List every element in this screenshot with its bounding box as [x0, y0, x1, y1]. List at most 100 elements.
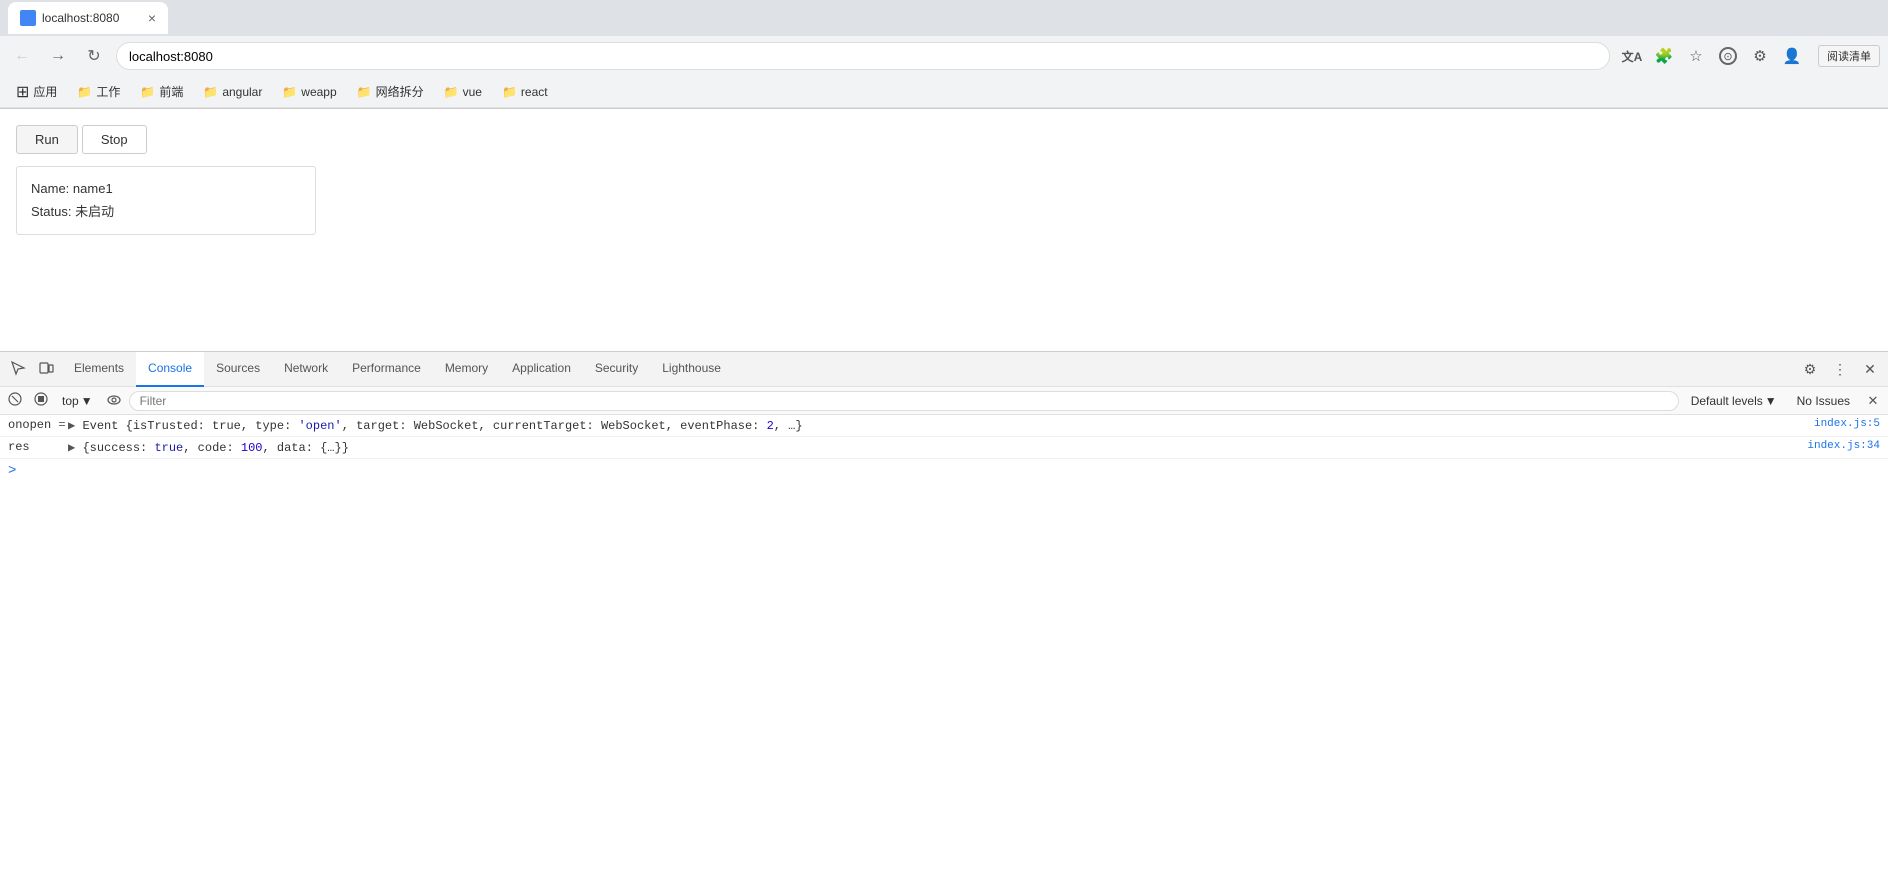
devtools-close-icon: ✕ [1864, 361, 1876, 378]
bookmark-frontend[interactable]: 📁 前端 [132, 81, 191, 102]
profile-button[interactable]: 👤 [1778, 42, 1806, 70]
folder-icon-work: 📁 [77, 85, 92, 99]
devtools-left-icons [4, 355, 60, 383]
profile-circle-button[interactable]: ⊙ [1714, 42, 1742, 70]
devtools-settings-icon: ⚙ [1804, 361, 1817, 378]
reader-list-button[interactable]: 阅读清单 [1818, 45, 1880, 67]
tab-sources[interactable]: Sources [204, 352, 272, 387]
console-line-link-1[interactable]: index.js:5 [1814, 418, 1880, 430]
name-row: Name: name1 [31, 177, 301, 200]
console-line-content-1: ▶ Event {isTrusted: true, type: 'open', … [68, 418, 1814, 433]
issues-filter-icon: ✕ [1868, 393, 1879, 409]
element-picker-icon [10, 360, 26, 379]
preserve-log-button[interactable] [30, 390, 52, 412]
tab-elements[interactable]: Elements [62, 352, 136, 387]
name-value: name1 [73, 181, 113, 196]
event-text-1: Event {isTrusted: true, type: 'open', ta… [82, 419, 802, 433]
clear-console-icon [8, 392, 22, 409]
devtools-more-icon: ⋮ [1833, 361, 1847, 378]
folder-icon-vue: 📁 [444, 85, 459, 99]
tab-lighthouse[interactable]: Lighthouse [650, 352, 733, 387]
element-picker-button[interactable] [4, 355, 32, 383]
tab-memory[interactable]: Memory [433, 352, 500, 387]
console-line-prefix-2: res [8, 440, 68, 454]
console-line-content-2: ▶ {success: true, code: 100, data: {…}} [68, 440, 1807, 455]
toolbar-icons: 文A 🧩 ☆ ⊙ ⚙ 👤 阅读清单 [1618, 42, 1880, 70]
eye-icon [107, 393, 121, 408]
translate-button[interactable]: 文A [1618, 42, 1646, 70]
bookmark-react-label: react [521, 85, 548, 99]
devtools-settings-button[interactable]: ⚙ [1796, 355, 1824, 383]
forward-icon: → [50, 47, 66, 65]
tab-favicon [20, 10, 36, 26]
eye-button[interactable] [103, 390, 125, 412]
tab-network[interactable]: Network [272, 352, 340, 387]
reload-button[interactable]: ↻ [80, 42, 108, 70]
back-icon: ← [14, 47, 30, 65]
page-area: Run Stop Name: name1 Status: 未启动 [0, 109, 1888, 352]
bookmark-frontend-label: 前端 [159, 83, 183, 100]
bookmark-vue[interactable]: 📁 vue [436, 83, 490, 101]
console-prompt: > [8, 463, 16, 479]
console-input[interactable] [22, 464, 1880, 478]
expand-arrow-2[interactable]: ▶ [68, 441, 82, 455]
bookmark-angular[interactable]: 📁 angular [195, 83, 270, 101]
res-key: res [8, 440, 30, 454]
bookmark-weapp[interactable]: 📁 weapp [274, 83, 344, 101]
run-button[interactable]: Run [16, 125, 78, 154]
apps-grid-icon: ⊞ [16, 82, 29, 102]
console-line-onopen: onopen = ▶ Event {isTrusted: true, type:… [0, 415, 1888, 437]
context-label: top [62, 394, 79, 408]
default-levels-button[interactable]: Default levels ▼ [1683, 392, 1785, 410]
devtools-tab-bar: Elements Console Sources Network Perform… [0, 352, 1888, 387]
tab-close-button[interactable]: × [148, 10, 156, 26]
console-output[interactable]: onopen = ▶ Event {isTrusted: true, type:… [0, 415, 1888, 891]
settings-button[interactable]: ⚙ [1746, 42, 1774, 70]
address-bar: ← → ↻ 文A 🧩 ☆ ⊙ ⚙ 👤 [0, 36, 1888, 76]
devtools-panel: Elements Console Sources Network Perform… [0, 351, 1888, 891]
status-value: 未启动 [75, 204, 114, 219]
devtools-right-icons: ⚙ ⋮ ✕ [1796, 355, 1884, 383]
stop-button[interactable]: Stop [82, 125, 147, 154]
folder-icon-network: 📁 [357, 85, 372, 99]
console-line-res: res ▶ {success: true, code: 100, data: {… [0, 437, 1888, 459]
tab-bar: localhost:8080 × [0, 0, 1888, 36]
devtools-close-button[interactable]: ✕ [1856, 355, 1884, 383]
tab-application[interactable]: Application [500, 352, 583, 387]
tab-performance[interactable]: Performance [340, 352, 433, 387]
tab-security[interactable]: Security [583, 352, 650, 387]
bookmark-work-label: 工作 [96, 83, 120, 100]
bookmark-apps[interactable]: ⊞ 应用 [8, 80, 65, 104]
default-levels-dropdown-icon: ▼ [1765, 394, 1777, 408]
bookmark-react[interactable]: 📁 react [494, 83, 556, 101]
forward-button[interactable]: → [44, 42, 72, 70]
console-line-link-2[interactable]: index.js:34 [1807, 440, 1880, 452]
context-selector[interactable]: top ▼ [56, 392, 99, 410]
bookmark-work[interactable]: 📁 工作 [69, 81, 128, 102]
folder-icon-weapp: 📁 [282, 85, 297, 99]
extensions-button[interactable]: 🧩 [1650, 42, 1678, 70]
bookmark-network[interactable]: 📁 网络拆分 [349, 81, 432, 102]
star-button[interactable]: ☆ [1682, 42, 1710, 70]
browser-tab[interactable]: localhost:8080 × [8, 2, 168, 34]
back-button[interactable]: ← [8, 42, 36, 70]
clear-console-button[interactable] [4, 390, 26, 412]
address-input[interactable] [116, 42, 1610, 70]
tab-title: localhost:8080 [42, 11, 142, 25]
settings-icon: ⚙ [1753, 47, 1766, 65]
folder-icon-frontend: 📁 [140, 85, 155, 99]
devtools-more-button[interactable]: ⋮ [1826, 355, 1854, 383]
issues-filter-button[interactable]: ✕ [1862, 390, 1884, 412]
device-toolbar-button[interactable] [32, 355, 60, 383]
onopen-eq: = [58, 418, 65, 432]
console-input-line[interactable]: > [0, 459, 1888, 483]
tab-console[interactable]: Console [136, 352, 204, 387]
reload-icon: ↻ [87, 46, 100, 66]
filter-input[interactable] [129, 391, 1679, 411]
profile-icon: 👤 [1783, 47, 1802, 65]
device-toolbar-icon [38, 360, 54, 379]
info-card: Name: name1 Status: 未启动 [16, 166, 316, 235]
expand-arrow-1[interactable]: ▶ [68, 419, 82, 433]
star-icon: ☆ [1689, 47, 1702, 65]
name-label: Name: [31, 181, 69, 196]
